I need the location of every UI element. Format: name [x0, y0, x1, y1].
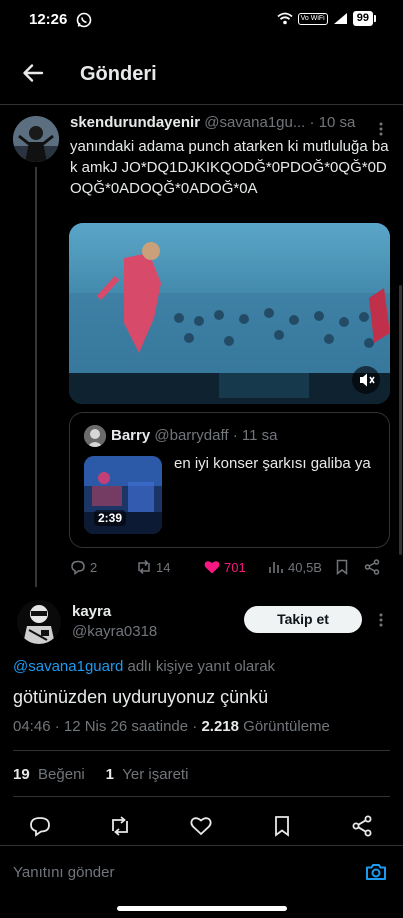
- timestamp: · 10 sa: [309, 114, 356, 131]
- more-options-icon[interactable]: [379, 122, 383, 136]
- views-label: Görüntüleme: [239, 718, 330, 735]
- handle[interactable]: @kayra0318: [72, 623, 157, 640]
- handle[interactable]: @savana1gu...: [204, 114, 305, 131]
- display-name[interactable]: skendurundayenir: [70, 114, 200, 131]
- mute-icon: [360, 373, 375, 387]
- display-name[interactable]: kayra: [72, 603, 111, 620]
- page-title: Gönderi: [80, 63, 157, 85]
- mute-button[interactable]: [352, 366, 380, 394]
- top-nav: Gönderi: [0, 48, 403, 100]
- share-button[interactable]: [363, 558, 381, 576]
- views-button[interactable]: 40,5B: [267, 558, 322, 576]
- signal-icon: [333, 13, 347, 24]
- quote-text: en iyi konser şarkısı galiba ya: [174, 455, 371, 472]
- repost-icon[interactable]: [108, 814, 132, 838]
- share-icon: [364, 559, 380, 575]
- heart-filled-icon: [204, 561, 220, 574]
- heart-icon[interactable]: [189, 814, 213, 838]
- reply-to-label: adlı kişiye yanıt olarak: [123, 658, 276, 675]
- nav-divider: [0, 104, 403, 105]
- reply-input[interactable]: Yanıtını gönder: [13, 864, 114, 881]
- tweet-timestamp: 04:46 · 12 Nis 26 saatinde ·: [13, 718, 202, 735]
- battery-indicator: 99: [352, 11, 377, 26]
- status-bar: 12:26 Vo WiFi 99: [0, 0, 403, 40]
- whatsapp-icon: [76, 12, 92, 28]
- avatar[interactable]: [13, 116, 59, 162]
- like-count: 701: [224, 559, 246, 575]
- repost-icon: [138, 559, 150, 575]
- reply-icon: [71, 560, 85, 575]
- scrollbar[interactable]: [399, 285, 402, 555]
- quote-display-name[interactable]: Barry: [111, 427, 150, 444]
- status-time: 12:26: [29, 11, 68, 28]
- share-icon[interactable]: [350, 814, 374, 838]
- divider: [13, 796, 390, 797]
- quote-header: Barry @barrydaff · 11 sa: [111, 427, 277, 444]
- quote-avatar[interactable]: [84, 425, 106, 447]
- quote-timestamp: · 11 sa: [232, 427, 278, 444]
- thread-line: [35, 167, 37, 587]
- divider: [13, 750, 390, 751]
- tweet-stats: 19 Beğeni 1 Yer işareti: [13, 766, 188, 783]
- tweet-header: skendurundayenir @savana1gu... · 10 sa: [70, 114, 390, 134]
- follow-button[interactable]: Takip et: [244, 606, 362, 633]
- repost-button[interactable]: 14: [135, 558, 170, 576]
- bookmark-button[interactable]: [333, 558, 351, 576]
- reply-mention-link[interactable]: @savana1guard: [13, 658, 123, 675]
- back-arrow-icon[interactable]: [20, 60, 46, 86]
- likes-count[interactable]: 19: [13, 766, 30, 783]
- quote-handle[interactable]: @barrydaff: [154, 427, 228, 444]
- status-icons: Vo WiFi 99: [277, 11, 377, 26]
- reply-button[interactable]: 2: [69, 558, 97, 576]
- home-indicator[interactable]: [117, 906, 287, 911]
- reply-icon[interactable]: [28, 814, 52, 838]
- views-icon: [269, 562, 283, 573]
- bookmarks-label[interactable]: Yer işareti: [122, 766, 188, 783]
- tweet-meta: 04:46 · 12 Nis 26 saatinde · 2.218 Görün…: [13, 718, 330, 735]
- replying-to: @savana1guard adlı kişiye yanıt olarak: [13, 658, 275, 675]
- like-button[interactable]: 701: [203, 558, 246, 576]
- reply-count: 2: [90, 559, 98, 575]
- views-count[interactable]: 2.218: [201, 718, 239, 735]
- tweet-actions: 2 14 701 40,5B: [69, 558, 390, 580]
- tweet-text: yanındaki adama punch atarken ki mutlulu…: [70, 138, 389, 197]
- view-count: 40,5B: [288, 559, 322, 575]
- tweet-video[interactable]: [69, 223, 390, 404]
- likes-label[interactable]: Beğeni: [38, 766, 85, 783]
- quoted-tweet[interactable]: Barry @barrydaff · 11 sa 2:39 en iyi kon…: [69, 412, 390, 548]
- bookmarks-count[interactable]: 1: [106, 766, 114, 783]
- wifi-icon: [277, 12, 293, 25]
- video-duration: 2:39: [94, 510, 127, 526]
- quote-video-thumbnail[interactable]: 2:39: [84, 456, 162, 534]
- repost-count: 14: [156, 559, 171, 575]
- bookmark-icon: [336, 559, 348, 576]
- camera-icon[interactable]: [364, 860, 388, 884]
- composer-divider: [0, 845, 403, 846]
- more-options-icon[interactable]: [379, 613, 383, 627]
- avatar[interactable]: [17, 600, 61, 644]
- vowifi-indicator: Vo WiFi: [297, 12, 328, 25]
- bookmark-icon[interactable]: [270, 814, 294, 838]
- focused-tweet-actions: [0, 812, 403, 840]
- tweet-text: götünüzden uyduruyonuz çünkü: [13, 687, 269, 707]
